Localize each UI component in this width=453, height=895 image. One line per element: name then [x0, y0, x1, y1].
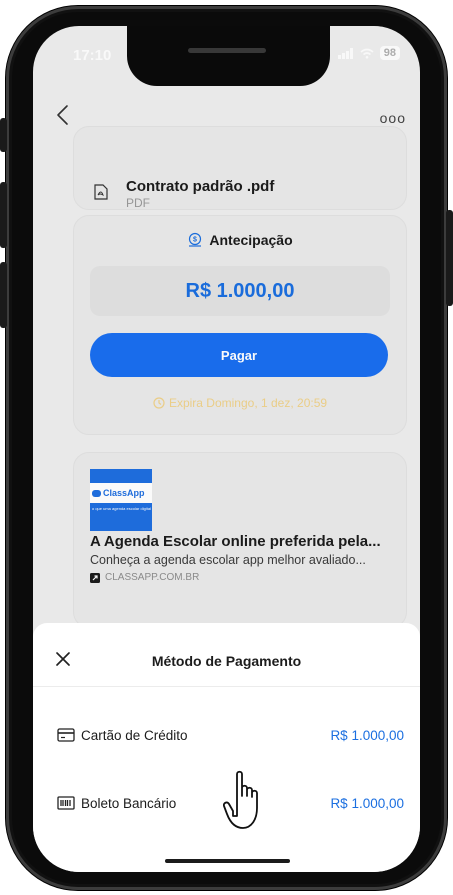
- hand-pointer-icon: [223, 770, 258, 829]
- payment-option-price: R$ 1.000,00: [330, 796, 404, 811]
- divider: [33, 686, 420, 687]
- payment-method-sheet: Método de Pagamento Cartão de Crédito R$…: [33, 623, 420, 872]
- payment-option-price: R$ 1.000,00: [330, 728, 404, 743]
- home-indicator: [165, 859, 290, 863]
- payment-option-credit-card[interactable]: Cartão de Crédito R$ 1.000,00: [33, 715, 420, 755]
- payment-option-label: Boleto Bancário: [81, 796, 177, 811]
- side-button: [446, 210, 453, 306]
- payment-option-label: Cartão de Crédito: [81, 728, 188, 743]
- barcode-icon: [57, 796, 75, 810]
- side-button: [0, 182, 7, 248]
- side-button: [0, 262, 7, 328]
- sheet-title: Método de Pagamento: [151, 653, 302, 669]
- phone-screen: 17:10 98 ooo Contrato padrão .pdf PDF $ …: [33, 26, 420, 872]
- side-button: [0, 118, 7, 152]
- credit-card-icon: [57, 728, 75, 742]
